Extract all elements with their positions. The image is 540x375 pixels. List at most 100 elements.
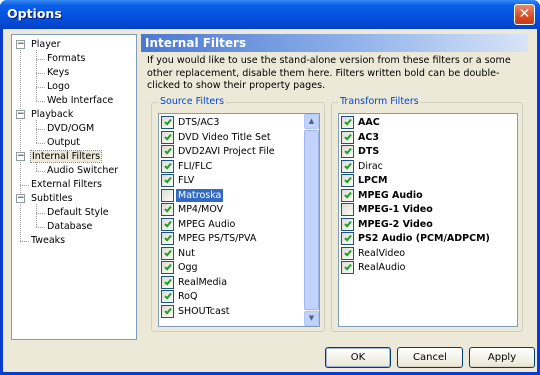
filter-label: RealAudio (358, 262, 406, 273)
tree-item[interactable]: Internal Filters (29, 150, 103, 163)
filter-checkbox[interactable] (341, 188, 354, 202)
transform-filters-list[interactable]: AAC AC3 DTS Dirac LPCM MPEG Audio MPEG-1 Video… (338, 113, 518, 327)
filter-checkbox[interactable] (161, 304, 174, 318)
filter-checkbox[interactable] (161, 275, 174, 289)
transform-filters-label: Transform Filters (338, 96, 421, 107)
tree-item[interactable]: External Filters (31, 178, 102, 191)
arrow-up-icon: ▲ (308, 117, 315, 125)
filter-checkbox[interactable] (341, 130, 354, 144)
checkmark-icon (164, 219, 172, 227)
filter-checkbox[interactable] (341, 217, 354, 231)
scroll-down-button[interactable]: ▼ (304, 311, 319, 326)
tree-connector (20, 241, 29, 242)
filter-checkbox[interactable] (161, 261, 174, 274)
filter-checkbox[interactable] (161, 203, 174, 216)
filter-checkbox[interactable] (161, 232, 174, 245)
checkmark-icon (164, 291, 172, 300)
collapse-icon[interactable]: − (16, 110, 25, 119)
collapse-icon[interactable]: − (16, 194, 25, 203)
close-button[interactable]: ✕ (514, 4, 535, 25)
filter-label: MPEG-1 Video (358, 204, 433, 215)
filter-checkbox[interactable] (341, 174, 354, 187)
checkmark-icon (344, 132, 352, 140)
checkmark-icon (344, 219, 352, 227)
checkmark-icon (164, 132, 172, 140)
filter-checkbox[interactable] (161, 246, 174, 260)
filter-checkbox[interactable] (341, 116, 354, 129)
tree-connector (36, 129, 45, 130)
tree-connector (20, 47, 21, 241)
page-description: If you would like to use the stand-alone… (147, 55, 511, 91)
tree-connector (36, 87, 45, 88)
filter-checkbox[interactable] (161, 116, 174, 129)
filter-label: RealMedia (178, 276, 228, 288)
tree-item[interactable]: Web Interface (47, 94, 113, 107)
tree-connector (36, 227, 45, 228)
tree-connector (36, 59, 45, 60)
options-window: Options ✕ Player − Formats Keys Logo Web Inte… (0, 0, 540, 375)
tree-item-label: External Filters (31, 179, 102, 190)
checkmark-icon (164, 233, 172, 242)
filter-checkbox[interactable] (341, 232, 354, 245)
title-bar[interactable]: Options ✕ (0, 0, 540, 29)
filter-label: RealVideo (358, 247, 406, 259)
checkmark-icon (164, 248, 172, 256)
tree-item-label: Player (31, 39, 61, 50)
filter-label: FLV (178, 175, 195, 186)
window-title: Options (7, 6, 62, 21)
tree-item[interactable]: Output (47, 136, 80, 149)
tree-item[interactable]: Audio Switcher (47, 164, 118, 177)
checkmark-icon (164, 117, 172, 126)
tree-item-label: Audio Switcher (47, 165, 119, 176)
filter-checkbox[interactable] (161, 130, 174, 144)
filter-checkbox[interactable] (341, 159, 354, 173)
filter-label: Nut (178, 247, 195, 259)
filter-label: MPEG Audio (178, 218, 236, 230)
filter-label: MPEG PS/TS/PVA (178, 233, 257, 244)
checkmark-icon (344, 175, 352, 184)
filter-label: DVD2AVI Project File (178, 146, 275, 157)
tree-item[interactable]: Playback (31, 108, 73, 121)
tree-item[interactable]: DVD/OGM (47, 122, 94, 135)
scroll-thumb[interactable] (304, 130, 319, 310)
tree-item[interactable]: Default Style (47, 206, 109, 219)
ok-button[interactable]: OK (325, 347, 391, 368)
tree-item[interactable]: Logo (47, 80, 70, 93)
filter-label: AC3 (358, 131, 379, 143)
tree-item-label: Internal Filters (29, 150, 103, 163)
checkmark-icon (344, 248, 352, 256)
source-filters-list[interactable]: ▲ ▼ DTS/AC3 DVD Video Title Set DVD2AVI Pr… (158, 113, 320, 327)
tree-item[interactable]: Keys (47, 66, 69, 79)
filter-label: Dirac (358, 160, 383, 172)
filter-checkbox[interactable] (161, 174, 174, 187)
source-filters-label: Source Filters (158, 96, 227, 107)
cancel-button[interactable]: Cancel (397, 347, 463, 368)
collapse-icon[interactable]: − (16, 152, 25, 161)
filter-checkbox[interactable] (161, 159, 174, 173)
close-icon: ✕ (518, 6, 531, 22)
scroll-up-button[interactable]: ▲ (304, 114, 319, 129)
filter-checkbox[interactable] (161, 290, 174, 303)
filter-label: PS2 Audio (PCM/ADPCM) (358, 233, 490, 244)
source-filters-scrollbar[interactable]: ▲ ▼ (304, 114, 319, 326)
tree-item-label: Logo (47, 81, 70, 92)
filter-checkbox[interactable] (341, 145, 354, 158)
filter-checkbox[interactable] (161, 217, 174, 231)
checkmark-icon (164, 161, 172, 169)
filter-checkbox[interactable] (341, 246, 354, 260)
tree-item[interactable]: Database (47, 220, 92, 233)
page-title: Internal Filters (141, 34, 528, 52)
collapse-icon[interactable]: − (16, 40, 25, 49)
filter-checkbox[interactable] (341, 203, 354, 216)
tree-connector (20, 185, 29, 186)
options-tree[interactable]: Player − Formats Keys Logo Web Interface Playb… (11, 34, 137, 340)
filter-label: FLI/FLC (178, 160, 213, 172)
filter-checkbox[interactable] (161, 145, 174, 158)
filter-checkbox[interactable] (341, 261, 354, 274)
apply-button[interactable]: Apply (469, 347, 535, 368)
filter-checkbox[interactable] (161, 188, 174, 202)
tree-item[interactable]: Subtitles (31, 192, 73, 205)
tree-item[interactable]: Tweaks (31, 234, 65, 247)
filter-label: DTS (358, 146, 380, 157)
tree-item[interactable]: Formats (47, 52, 85, 65)
